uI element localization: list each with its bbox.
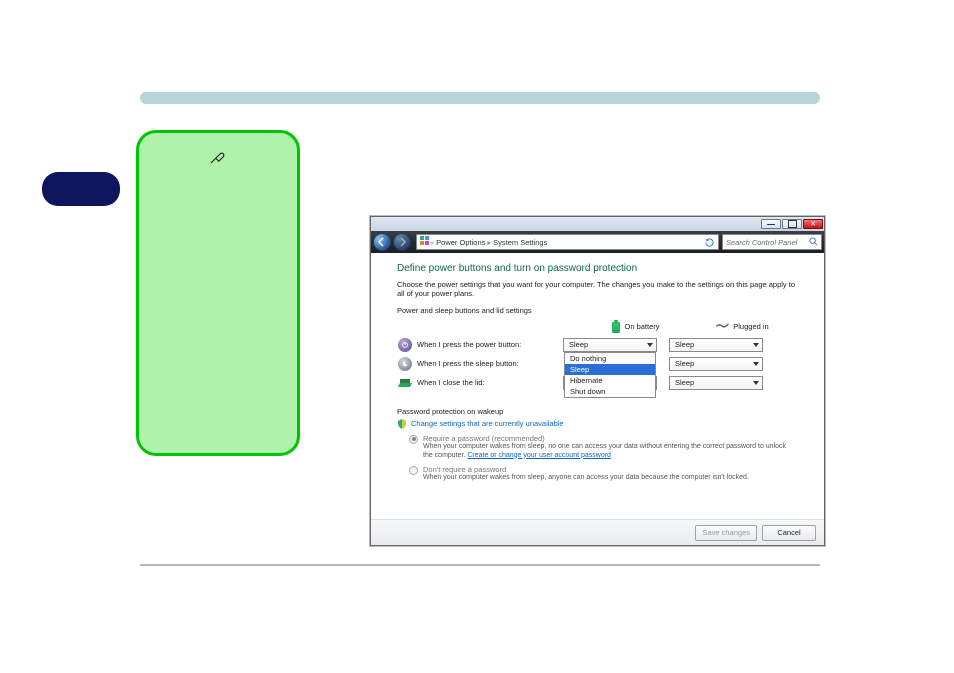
lid-plugged-value: Sleep <box>675 378 694 387</box>
radio-dont-require: Don't require a password When your compu… <box>409 465 798 483</box>
content-area: Define power buttons and turn on passwor… <box>371 253 824 496</box>
create-password-link[interactable]: Create or change your user account passw… <box>467 452 611 459</box>
sidebar-pill <box>42 172 120 206</box>
control-panel-icon <box>420 236 430 248</box>
power-plugged-select[interactable]: Sleep <box>669 338 763 352</box>
power-plugged-value: Sleep <box>675 340 694 349</box>
save-button[interactable]: Save changes <box>695 525 757 541</box>
radio-require-body: When your computer wakes from sleep, no … <box>423 443 793 461</box>
row-power-button: When I press the power button: Sleep Do … <box>397 337 798 353</box>
col-plugged-in: Plugged in <box>689 321 795 333</box>
back-button[interactable] <box>373 233 391 251</box>
option-do-nothing[interactable]: Do nothing <box>565 353 655 364</box>
pin-icon <box>209 147 227 170</box>
page-bottom-divider <box>140 564 820 566</box>
row-lid-label: When I close the lid: <box>417 378 563 387</box>
radio-require-input <box>409 435 418 444</box>
plug-icon <box>715 321 729 333</box>
col-plugged-label: Plugged in <box>733 322 768 331</box>
system-settings-window: « Power Options ▸ System Settings Search… <box>370 216 825 546</box>
maximize-button[interactable] <box>782 219 802 229</box>
breadcrumb-sep: « <box>430 238 434 247</box>
option-shut-down[interactable]: Shut down <box>565 386 655 397</box>
change-unavailable-link[interactable]: Change settings that are currently unava… <box>411 419 564 428</box>
explorer-navbar: « Power Options ▸ System Settings Search… <box>371 231 824 253</box>
radio-require-head: Require a password (recommended) <box>423 434 793 443</box>
search-icon <box>809 237 818 248</box>
breadcrumb-1[interactable]: Power Options <box>436 238 485 247</box>
row-power-label: When I press the power button: <box>417 340 563 349</box>
refresh-icon[interactable] <box>703 238 715 247</box>
battery-icon <box>612 321 620 333</box>
power-battery-options: Do nothing Sleep Hibernate Shut down <box>564 352 656 398</box>
power-battery-value: Sleep <box>569 340 588 349</box>
sleep-button-icon <box>397 356 413 372</box>
sleep-plugged-select[interactable]: Sleep <box>669 357 763 371</box>
dialog-footer: Save changes Cancel <box>371 519 824 545</box>
col-on-battery: On battery <box>583 321 689 333</box>
change-unavailable-link-row: Change settings that are currently unava… <box>397 419 798 429</box>
lid-plugged-select[interactable]: Sleep <box>669 376 763 390</box>
breadcrumb-bar[interactable]: « Power Options ▸ System Settings <box>416 234 719 250</box>
search-placeholder: Search Control Panel <box>726 238 797 247</box>
password-section: Password protection on wakeup Change set… <box>397 407 798 483</box>
power-button-icon <box>397 337 413 353</box>
search-input[interactable]: Search Control Panel <box>722 234 822 250</box>
note-callout <box>136 130 300 456</box>
option-sleep[interactable]: Sleep <box>565 364 655 375</box>
sleep-plugged-value: Sleep <box>675 359 694 368</box>
radio-dont-body: When your computer wakes from sleep, any… <box>423 474 749 483</box>
chevron-down-icon <box>753 381 759 385</box>
section-head: Power and sleep buttons and lid settings <box>397 306 798 315</box>
password-section-head: Password protection on wakeup <box>397 407 798 416</box>
radio-require-password: Require a password (recommended) When yo… <box>409 434 798 461</box>
columns-header: On battery Plugged in <box>417 321 798 333</box>
row-sleep-label: When I press the sleep button: <box>417 359 563 368</box>
close-button[interactable] <box>803 219 823 229</box>
window-titlebar <box>371 217 824 231</box>
page-desc: Choose the power settings that you want … <box>397 280 798 299</box>
minimize-button[interactable] <box>761 219 781 229</box>
radio-dont-require-input <box>409 466 418 475</box>
chevron-down-icon <box>753 362 759 366</box>
chevron-down-icon <box>647 343 653 347</box>
radio-dont-head: Don't require a password <box>423 465 749 474</box>
shield-icon <box>397 419 407 429</box>
col-battery-label: On battery <box>624 322 659 331</box>
page-title: Define power buttons and turn on passwor… <box>397 263 798 274</box>
lid-icon <box>397 375 413 391</box>
option-hibernate[interactable]: Hibernate <box>565 375 655 386</box>
cancel-button[interactable]: Cancel <box>762 525 816 541</box>
power-battery-select[interactable]: Sleep Do nothing Sleep Hibernate Shut do… <box>563 338 657 352</box>
chevron-down-icon <box>753 343 759 347</box>
breadcrumb-sep: ▸ <box>487 238 491 247</box>
page-top-divider <box>140 92 820 104</box>
breadcrumb-2[interactable]: System Settings <box>493 238 547 247</box>
forward-button[interactable] <box>393 233 411 251</box>
